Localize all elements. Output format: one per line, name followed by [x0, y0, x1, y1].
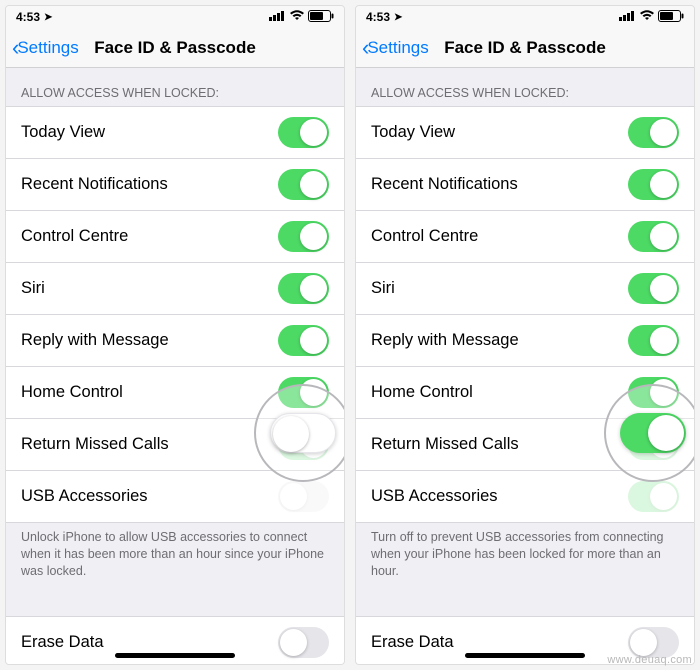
battery-icon: [658, 10, 684, 25]
row-recent-notifications[interactable]: Recent Notifications: [6, 158, 344, 210]
toggle-siri[interactable]: [278, 273, 329, 304]
signal-icon: [269, 10, 286, 24]
section-header: ALLOW ACCESS WHEN LOCKED:: [356, 68, 694, 106]
usb-footer-text: Turn off to prevent USB accessories from…: [356, 523, 694, 594]
location-icon: ➤: [394, 12, 402, 23]
back-label: Settings: [17, 38, 78, 58]
signal-icon: [619, 10, 636, 24]
toggle-control-centre[interactable]: [628, 221, 679, 252]
wifi-icon: [289, 10, 305, 24]
toggle-reply-message[interactable]: [628, 325, 679, 356]
back-button[interactable]: ‹ Settings: [12, 35, 79, 61]
row-recent-notifications[interactable]: Recent Notifications: [356, 158, 694, 210]
nav-bar: ‹ Settings Face ID & Passcode: [6, 28, 344, 68]
toggle-usb-accessories[interactable]: [278, 481, 329, 512]
row-today-view[interactable]: Today View: [6, 106, 344, 158]
row-control-centre[interactable]: Control Centre: [6, 210, 344, 262]
row-reply-message[interactable]: Reply with Message: [356, 314, 694, 366]
battery-icon: [308, 10, 334, 25]
toggle-siri[interactable]: [628, 273, 679, 304]
highlight-circle: [254, 384, 345, 482]
row-siri[interactable]: Siri: [356, 262, 694, 314]
row-reply-message[interactable]: Reply with Message: [6, 314, 344, 366]
toggle-control-centre[interactable]: [278, 221, 329, 252]
toggle-today-view[interactable]: [628, 117, 679, 148]
status-bar: 4:53 ➤: [356, 6, 694, 28]
row-siri[interactable]: Siri: [6, 262, 344, 314]
highlight-toggle-off: [270, 413, 336, 453]
row-today-view[interactable]: Today View: [356, 106, 694, 158]
status-time: 4:53: [366, 10, 390, 24]
highlight-circle: [604, 384, 695, 482]
status-bar: 4:53 ➤: [6, 6, 344, 28]
location-icon: ➤: [44, 12, 52, 23]
section-header: ALLOW ACCESS WHEN LOCKED:: [6, 68, 344, 106]
toggle-today-view[interactable]: [278, 117, 329, 148]
toggle-usb-accessories[interactable]: [628, 481, 679, 512]
settings-list: ALLOW ACCESS WHEN LOCKED: Today View Rec…: [6, 68, 344, 664]
settings-list: ALLOW ACCESS WHEN LOCKED: Today View Rec…: [356, 68, 694, 664]
nav-bar: ‹ Settings Face ID & Passcode: [356, 28, 694, 68]
home-indicator[interactable]: [115, 653, 235, 658]
toggle-erase-data[interactable]: [628, 627, 679, 658]
usb-footer-text: Unlock iPhone to allow USB accessories t…: [6, 523, 344, 594]
back-label: Settings: [367, 38, 428, 58]
row-control-centre[interactable]: Control Centre: [356, 210, 694, 262]
toggle-erase-data[interactable]: [278, 627, 329, 658]
toggle-recent-notifications[interactable]: [278, 169, 329, 200]
toggle-recent-notifications[interactable]: [628, 169, 679, 200]
watermark: www.deuaq.com: [607, 654, 692, 666]
home-indicator[interactable]: [465, 653, 585, 658]
highlight-toggle-on: [620, 413, 686, 453]
wifi-icon: [639, 10, 655, 24]
status-time: 4:53: [16, 10, 40, 24]
toggle-reply-message[interactable]: [278, 325, 329, 356]
phone-left: 4:53 ➤ ‹ Settings Face ID & Passcode ALL…: [5, 5, 345, 665]
back-button[interactable]: ‹ Settings: [362, 35, 429, 61]
phone-right: 4:53 ➤ ‹ Settings Face ID & Passcode ALL…: [355, 5, 695, 665]
